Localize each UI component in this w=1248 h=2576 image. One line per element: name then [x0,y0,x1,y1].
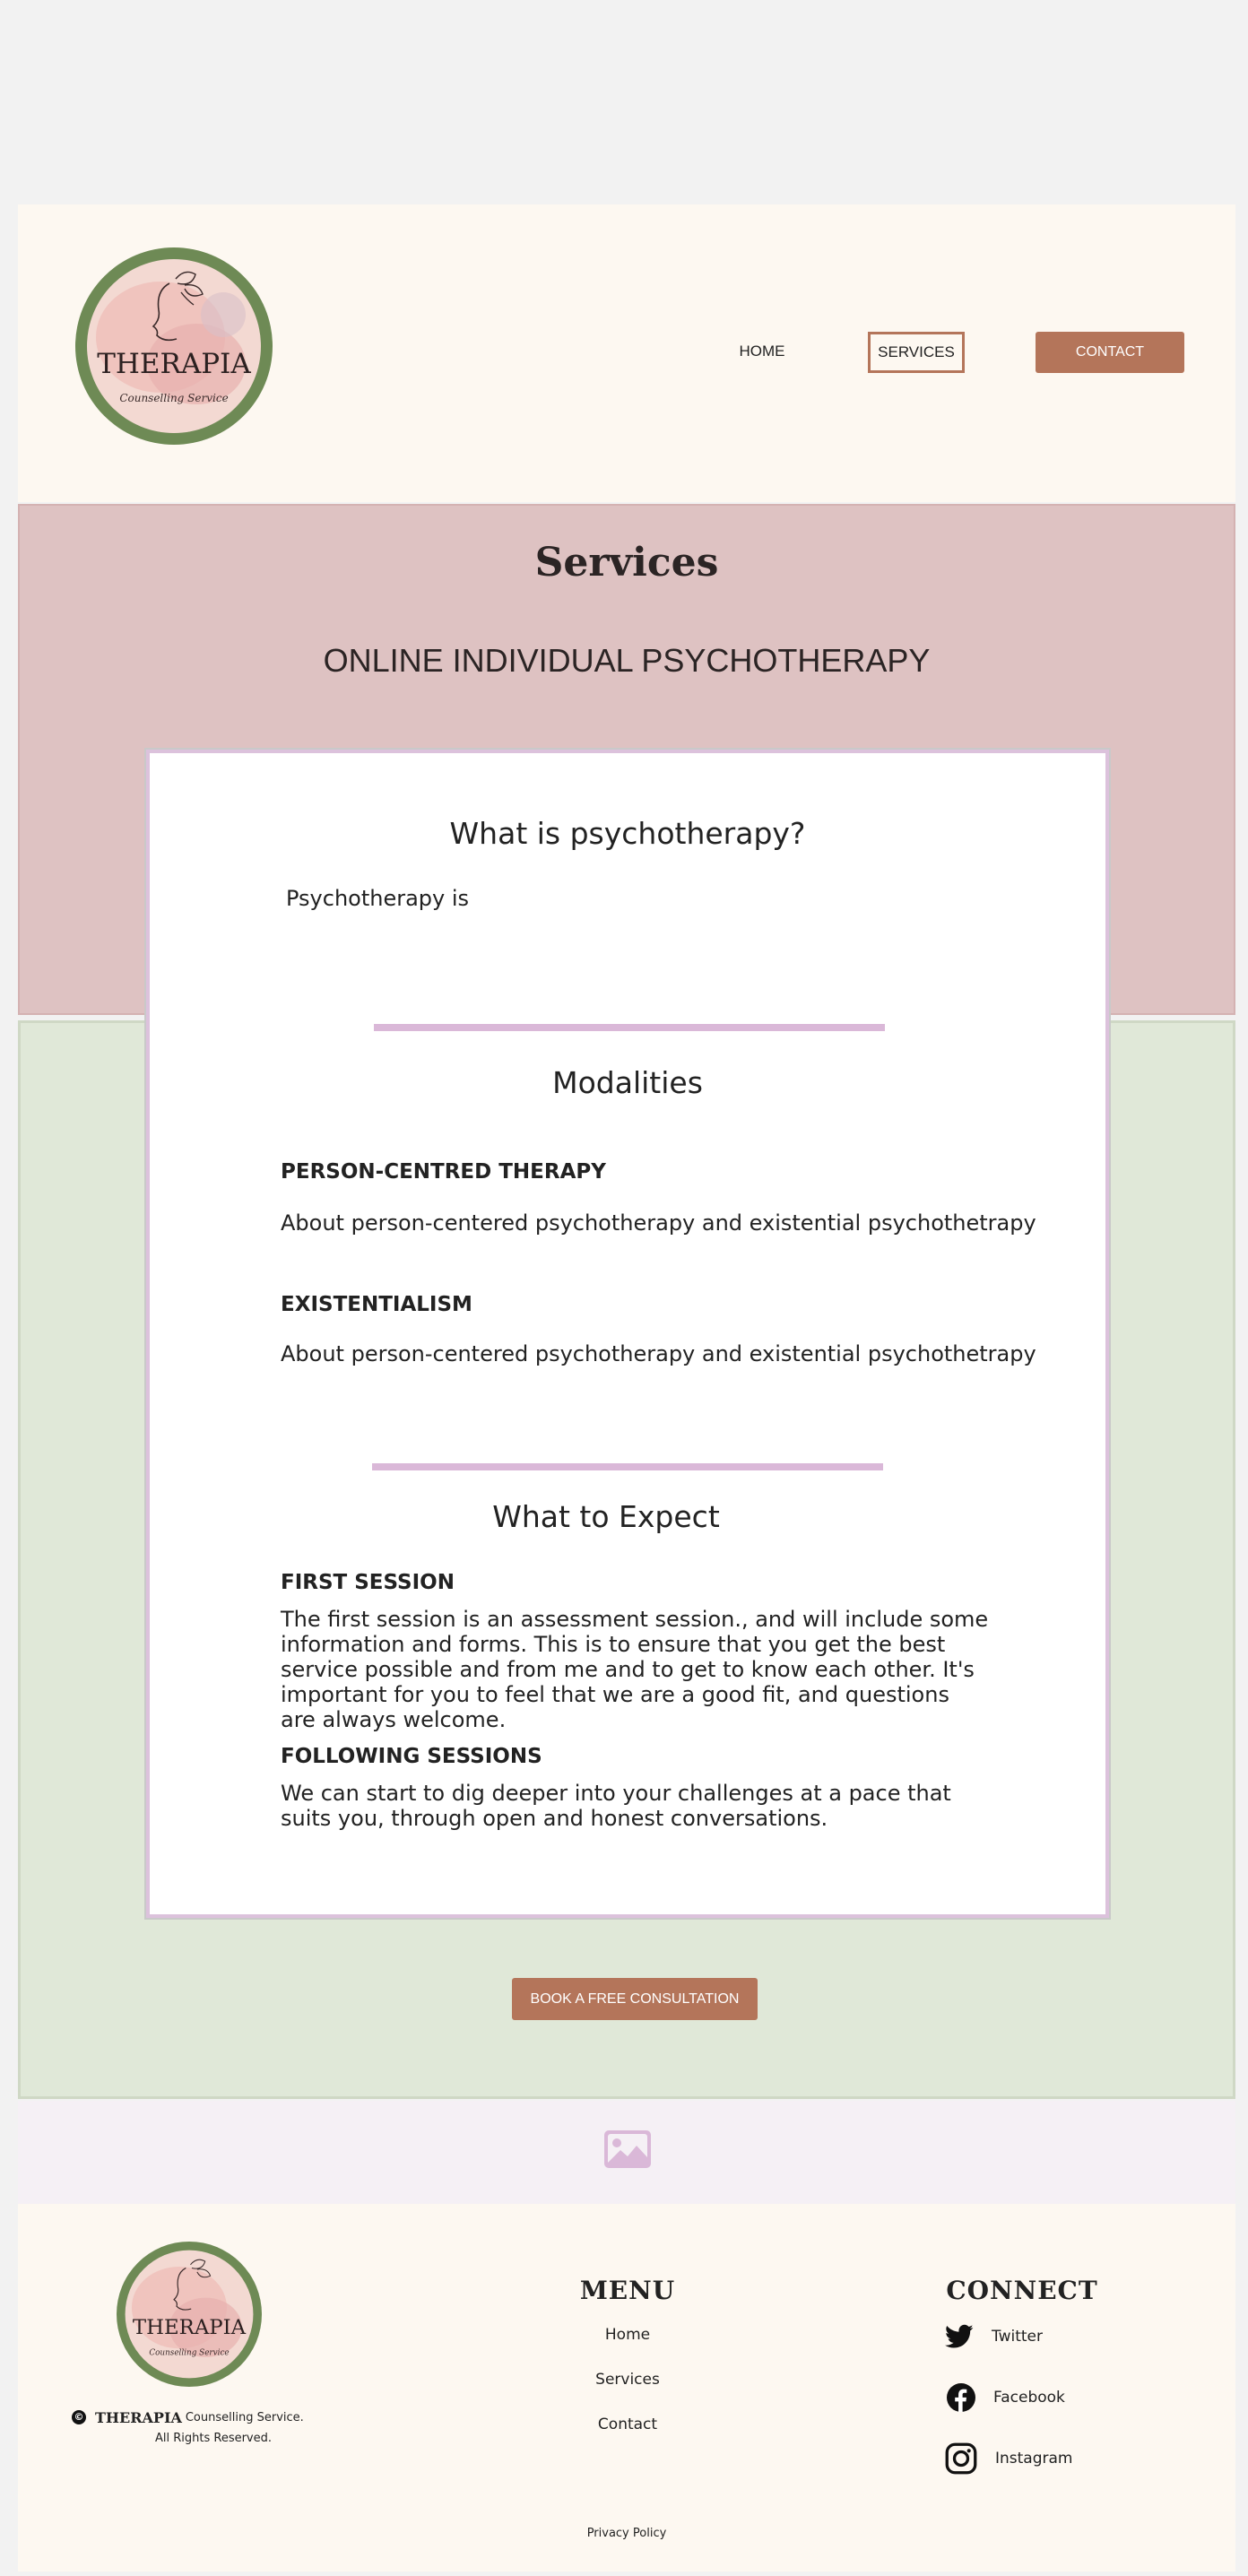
instagram-icon [945,2442,977,2475]
image-placeholder-strip [18,2101,1235,2204]
rights-reserved: All Rights Reserved. [154,2432,273,2445]
footer-menu-heading: MENU [579,2276,676,2305]
copyright-icon: © [72,2410,86,2424]
footer-brand: THERAPIA [95,2408,182,2426]
site-header: THERAPIA Counselling Service HOME SERVIC… [18,204,1235,502]
site-footer: THERAPIA Counselling Service © THERAPIA … [18,2204,1235,2572]
facebook-label: Facebook [993,2389,1065,2407]
modalities-heading: Modalities [552,1065,703,1100]
logo-tagline: Counselling Service [149,2349,229,2358]
logo-image: THERAPIA Counselling Service [117,2242,262,2387]
expect-title: FIRST SESSION [281,1571,455,1594]
what-is-body: Psychotherapy is [286,886,470,911]
modality-title: PERSON-CENTRED THERAPY [281,1160,606,1184]
nav-services-link[interactable]: SERVICES [868,332,965,373]
expect-body: The first session is an assessment sessi… [281,1607,989,1732]
logo-image: THERAPIA Counselling Service [75,247,273,445]
expect-title: FOLLOWING SESSIONS [281,1745,542,1768]
footer-link-contact[interactable]: Contact [520,2416,735,2433]
twitter-icon [945,2324,974,2348]
social-link-twitter[interactable]: Twitter [945,2324,1043,2349]
footer-connect-heading: CONNECT [946,2276,1098,2305]
nav-contact-button[interactable]: CONTACT [1036,332,1184,373]
logo-wordmark: THERAPIA [133,2316,247,2339]
footer-link-services[interactable]: Services [520,2371,735,2389]
copyright-line: © THERAPIA Counselling Service. [72,2407,341,2428]
book-consultation-button[interactable]: BOOK A FREE CONSULTATION [512,1978,758,2020]
modality-title: EXISTENTIALISM [281,1293,472,1316]
page-title: Services [534,540,719,585]
services-card: What is psychotherapy? Psychotherapy is … [146,750,1109,1918]
modality-body: About person-centered psychotherapy and … [281,1341,1036,1366]
social-link-instagram[interactable]: Instagram [945,2442,1073,2475]
page-subtitle: ONLINE INDIVIDUAL PSYCHOTHERAPY [323,642,931,679]
what-to-expect-heading: What to Expect [492,1499,720,1534]
section-divider [374,1024,885,1031]
footer-link-home[interactable]: Home [520,2326,735,2344]
social-link-facebook[interactable]: Facebook [947,2383,1065,2412]
logo-tagline: Counselling Service [119,392,228,404]
therapia-logo[interactable]: THERAPIA Counselling Service [75,247,273,445]
footer-logo[interactable]: THERAPIA Counselling Service [117,2242,262,2387]
modality-body: About person-centered psychotherapy and … [281,1210,1036,1236]
twitter-label: Twitter [992,2328,1043,2346]
expect-body: We can start to dig deeper into your cha… [281,1781,951,1831]
image-placeholder-icon [604,2130,651,2168]
privacy-policy-link[interactable]: Privacy Policy [18,2527,1235,2540]
footer-brand-suffix: Counselling Service. [185,2410,304,2424]
facebook-icon [947,2383,975,2412]
section-divider [372,1463,883,1470]
what-is-heading: What is psychotherapy? [449,816,806,851]
logo-wordmark: THERAPIA [97,348,251,380]
nav-home-link[interactable]: HOME [713,330,811,373]
instagram-label: Instagram [995,2450,1073,2468]
